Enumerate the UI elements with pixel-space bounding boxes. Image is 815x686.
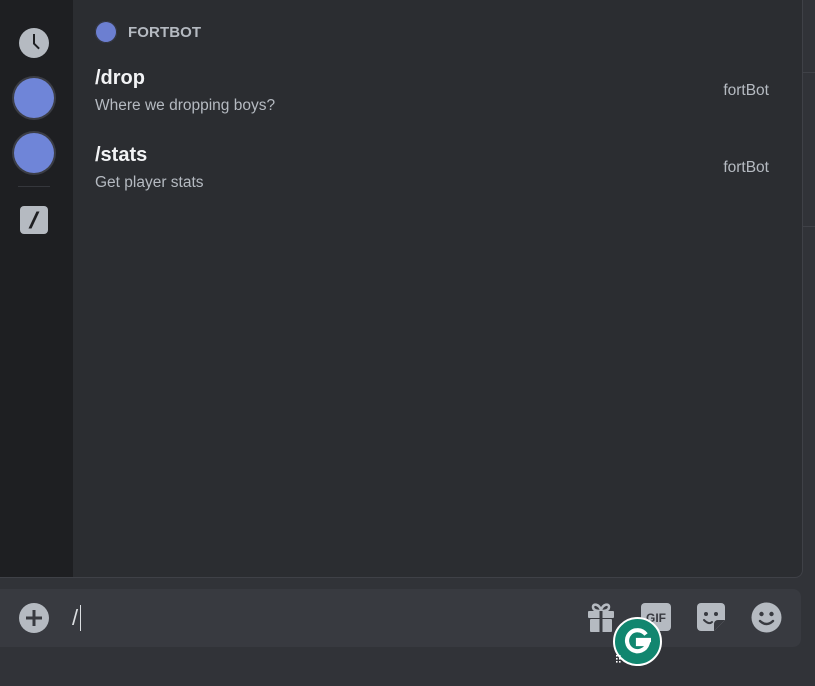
command-description: Where we dropping boys? (95, 97, 276, 114)
command-app-name: fortBot (723, 82, 769, 99)
grammarly-icon (613, 617, 662, 666)
divider (803, 72, 815, 73)
gift-button[interactable] (587, 603, 615, 637)
command-description: Get player stats (95, 174, 204, 191)
section-header: FORTBOT (95, 21, 201, 43)
rail-item-built-in[interactable] (13, 199, 55, 241)
command-item-drop[interactable]: /drop Where we dropping boys? fortBot (73, 67, 802, 141)
message-input-value: / (72, 605, 79, 630)
add-icon (19, 603, 49, 633)
text-caret (80, 605, 82, 631)
message-composer: / GIF (0, 589, 801, 647)
gift-icon (588, 603, 614, 632)
message-input[interactable]: / (72, 601, 552, 635)
sticker-button[interactable] (696, 602, 726, 636)
clock-icon (19, 28, 49, 58)
rail-separator (18, 186, 50, 187)
emoji-button[interactable] (751, 602, 782, 637)
command-item-stats[interactable]: /stats Get player stats fortBot (73, 144, 802, 218)
divider (803, 226, 815, 227)
section-title: FORTBOT (128, 23, 202, 41)
grammarly-button[interactable] (613, 617, 662, 666)
rail-item-recent[interactable] (13, 22, 55, 64)
command-category-rail (0, 0, 73, 577)
command-autocomplete-popover: FORTBOT /drop Where we dropping boys? fo… (0, 0, 803, 578)
rail-item-bot[interactable] (13, 132, 55, 174)
bot-avatar (14, 133, 54, 173)
sticker-icon (697, 603, 725, 631)
bot-avatar (14, 78, 54, 118)
add-attachment-button[interactable] (19, 603, 49, 637)
bot-avatar (95, 21, 117, 43)
slash-command-icon (20, 206, 48, 234)
rail-item-bot[interactable] (13, 77, 55, 119)
command-list: FORTBOT /drop Where we dropping boys? fo… (73, 0, 802, 577)
command-app-name: fortBot (723, 159, 769, 176)
command-name: /drop (95, 67, 145, 89)
emoji-icon (751, 602, 782, 633)
command-name: /stats (95, 144, 148, 166)
